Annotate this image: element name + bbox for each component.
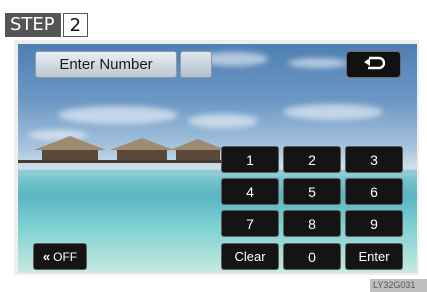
step-number: 2 bbox=[62, 13, 89, 37]
key-1[interactable]: 1 bbox=[221, 146, 279, 173]
step-word: STEP bbox=[5, 13, 61, 37]
back-button[interactable] bbox=[346, 51, 401, 78]
return-arrow-icon bbox=[363, 55, 385, 74]
clear-button[interactable]: Clear bbox=[221, 243, 279, 270]
off-button[interactable]: « OFF bbox=[33, 243, 87, 270]
key-4[interactable]: 4 bbox=[221, 178, 279, 205]
step-label: STEP 2 bbox=[5, 13, 89, 37]
off-label: OFF bbox=[53, 249, 78, 264]
key-8[interactable]: 8 bbox=[283, 210, 341, 237]
key-9[interactable]: 9 bbox=[345, 210, 403, 237]
key-6[interactable]: 6 bbox=[345, 178, 403, 205]
key-3[interactable]: 3 bbox=[345, 146, 403, 173]
key-7[interactable]: 7 bbox=[221, 210, 279, 237]
key-5[interactable]: 5 bbox=[283, 178, 341, 205]
key-2[interactable]: 2 bbox=[283, 146, 341, 173]
enter-button[interactable]: Enter bbox=[345, 243, 403, 270]
number-display-field bbox=[180, 51, 212, 78]
key-0[interactable]: 0 bbox=[283, 243, 341, 270]
figure-code: LY32G031 bbox=[370, 279, 427, 292]
double-chevron-left-icon: « bbox=[42, 249, 50, 264]
enter-number-button[interactable]: Enter Number bbox=[35, 51, 177, 78]
